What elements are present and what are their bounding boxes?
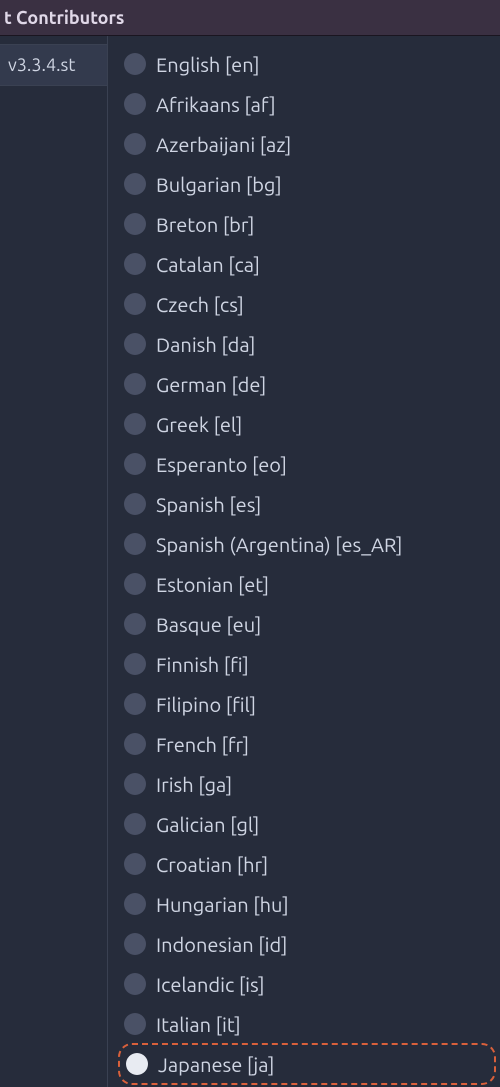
language-radio-item[interactable]: Basque [eu] bbox=[118, 604, 496, 644]
radio-icon bbox=[124, 213, 146, 235]
language-label: Japanese [ja] bbox=[158, 1053, 274, 1076]
language-radio-item[interactable]: Hungarian [hu] bbox=[118, 884, 496, 924]
language-radio-item[interactable]: Catalan [ca] bbox=[118, 244, 496, 284]
radio-icon bbox=[124, 53, 146, 75]
language-radio-item[interactable]: Croatian [hr] bbox=[118, 844, 496, 884]
radio-icon bbox=[124, 373, 146, 395]
language-label: Indonesian [id] bbox=[156, 933, 287, 956]
language-label: Galician [gl] bbox=[156, 813, 259, 836]
language-radio-item[interactable]: Finnish [fi] bbox=[118, 644, 496, 684]
radio-icon bbox=[124, 293, 146, 315]
radio-icon bbox=[124, 333, 146, 355]
language-label: Filipino [fil] bbox=[156, 693, 256, 716]
title-bar: t Contributors bbox=[0, 0, 500, 36]
language-radio-item[interactable]: Estonian [et] bbox=[118, 564, 496, 604]
radio-icon bbox=[124, 493, 146, 515]
language-label: Hungarian [hu] bbox=[156, 893, 289, 916]
language-label: Catalan [ca] bbox=[156, 253, 260, 276]
language-list-panel: English [en] Afrikaans [af] Azerbaijani [a… bbox=[108, 36, 500, 1087]
radio-icon bbox=[124, 453, 146, 475]
language-radio-item[interactable]: Spanish (Argentina) [es_AR] bbox=[118, 524, 496, 564]
language-radio-item[interactable]: Greek [el] bbox=[118, 404, 496, 444]
radio-icon bbox=[124, 413, 146, 435]
language-label: Breton [br] bbox=[156, 213, 255, 236]
language-label: English [en] bbox=[156, 53, 260, 76]
language-radio-item[interactable]: Danish [da] bbox=[118, 324, 496, 364]
language-label: French [fr] bbox=[156, 733, 249, 756]
radio-icon bbox=[124, 973, 146, 995]
language-label: Icelandic [is] bbox=[156, 973, 265, 996]
radio-icon bbox=[124, 173, 146, 195]
language-radio-item[interactable]: Indonesian [id] bbox=[118, 924, 496, 964]
language-radio-item[interactable]: Afrikaans [af] bbox=[118, 84, 496, 124]
window-title: t Contributors bbox=[4, 8, 124, 28]
radio-icon bbox=[124, 933, 146, 955]
sidebar: v3.3.4.st bbox=[0, 36, 108, 1087]
language-radio-item[interactable]: English [en] bbox=[118, 44, 496, 84]
language-radio-item[interactable]: German [de] bbox=[118, 364, 496, 404]
language-label: Azerbaijani [az] bbox=[156, 133, 291, 156]
radio-icon bbox=[124, 613, 146, 635]
language-radio-item[interactable]: Icelandic [is] bbox=[118, 964, 496, 1004]
language-radio-item[interactable]: Japanese [ja] bbox=[118, 1043, 496, 1085]
version-label: v3.3.4.st bbox=[8, 55, 75, 75]
language-radio-item[interactable]: Galician [gl] bbox=[118, 804, 496, 844]
language-label: Czech [cs] bbox=[156, 293, 244, 316]
radio-icon bbox=[126, 1053, 148, 1075]
language-label: Greek [el] bbox=[156, 413, 242, 436]
language-radio-item[interactable]: Czech [cs] bbox=[118, 284, 496, 324]
language-label: Irish [ga] bbox=[156, 773, 232, 796]
language-radio-item[interactable]: Esperanto [eo] bbox=[118, 444, 496, 484]
radio-icon bbox=[124, 93, 146, 115]
radio-icon bbox=[124, 133, 146, 155]
language-radio-item[interactable]: Azerbaijani [az] bbox=[118, 124, 496, 164]
radio-icon bbox=[124, 773, 146, 795]
language-radio-item[interactable]: Filipino [fil] bbox=[118, 684, 496, 724]
radio-icon bbox=[124, 733, 146, 755]
language-label: Afrikaans [af] bbox=[156, 93, 276, 116]
content-area: v3.3.4.st English [en] Afrikaans [af] Azer… bbox=[0, 36, 500, 1087]
radio-icon bbox=[124, 533, 146, 555]
language-label: Danish [da] bbox=[156, 333, 256, 356]
language-radio-item[interactable]: Bulgarian [bg] bbox=[118, 164, 496, 204]
language-radio-item[interactable]: Italian [it] bbox=[118, 1004, 496, 1044]
language-label: Spanish (Argentina) [es_AR] bbox=[156, 533, 402, 556]
language-label: Italian [it] bbox=[156, 1013, 241, 1036]
language-label: Finnish [fi] bbox=[156, 653, 249, 676]
language-radio-item[interactable]: Breton [br] bbox=[118, 204, 496, 244]
language-radio-item[interactable]: Spanish [es] bbox=[118, 484, 496, 524]
language-radio-item[interactable]: Irish [ga] bbox=[118, 764, 496, 804]
language-label: Basque [eu] bbox=[156, 613, 261, 636]
radio-icon bbox=[124, 653, 146, 675]
radio-icon bbox=[124, 853, 146, 875]
language-label: Croatian [hr] bbox=[156, 853, 268, 876]
language-label: Estonian [et] bbox=[156, 573, 269, 596]
radio-icon bbox=[124, 253, 146, 275]
language-label: German [de] bbox=[156, 373, 266, 396]
language-label: Spanish [es] bbox=[156, 493, 261, 516]
radio-icon bbox=[124, 813, 146, 835]
radio-icon bbox=[124, 693, 146, 715]
language-radio-item[interactable]: French [fr] bbox=[118, 724, 496, 764]
language-label: Bulgarian [bg] bbox=[156, 173, 282, 196]
version-tab[interactable]: v3.3.4.st bbox=[0, 44, 107, 86]
radio-icon bbox=[124, 893, 146, 915]
radio-icon bbox=[124, 1013, 146, 1035]
language-label: Esperanto [eo] bbox=[156, 453, 287, 476]
radio-icon bbox=[124, 573, 146, 595]
